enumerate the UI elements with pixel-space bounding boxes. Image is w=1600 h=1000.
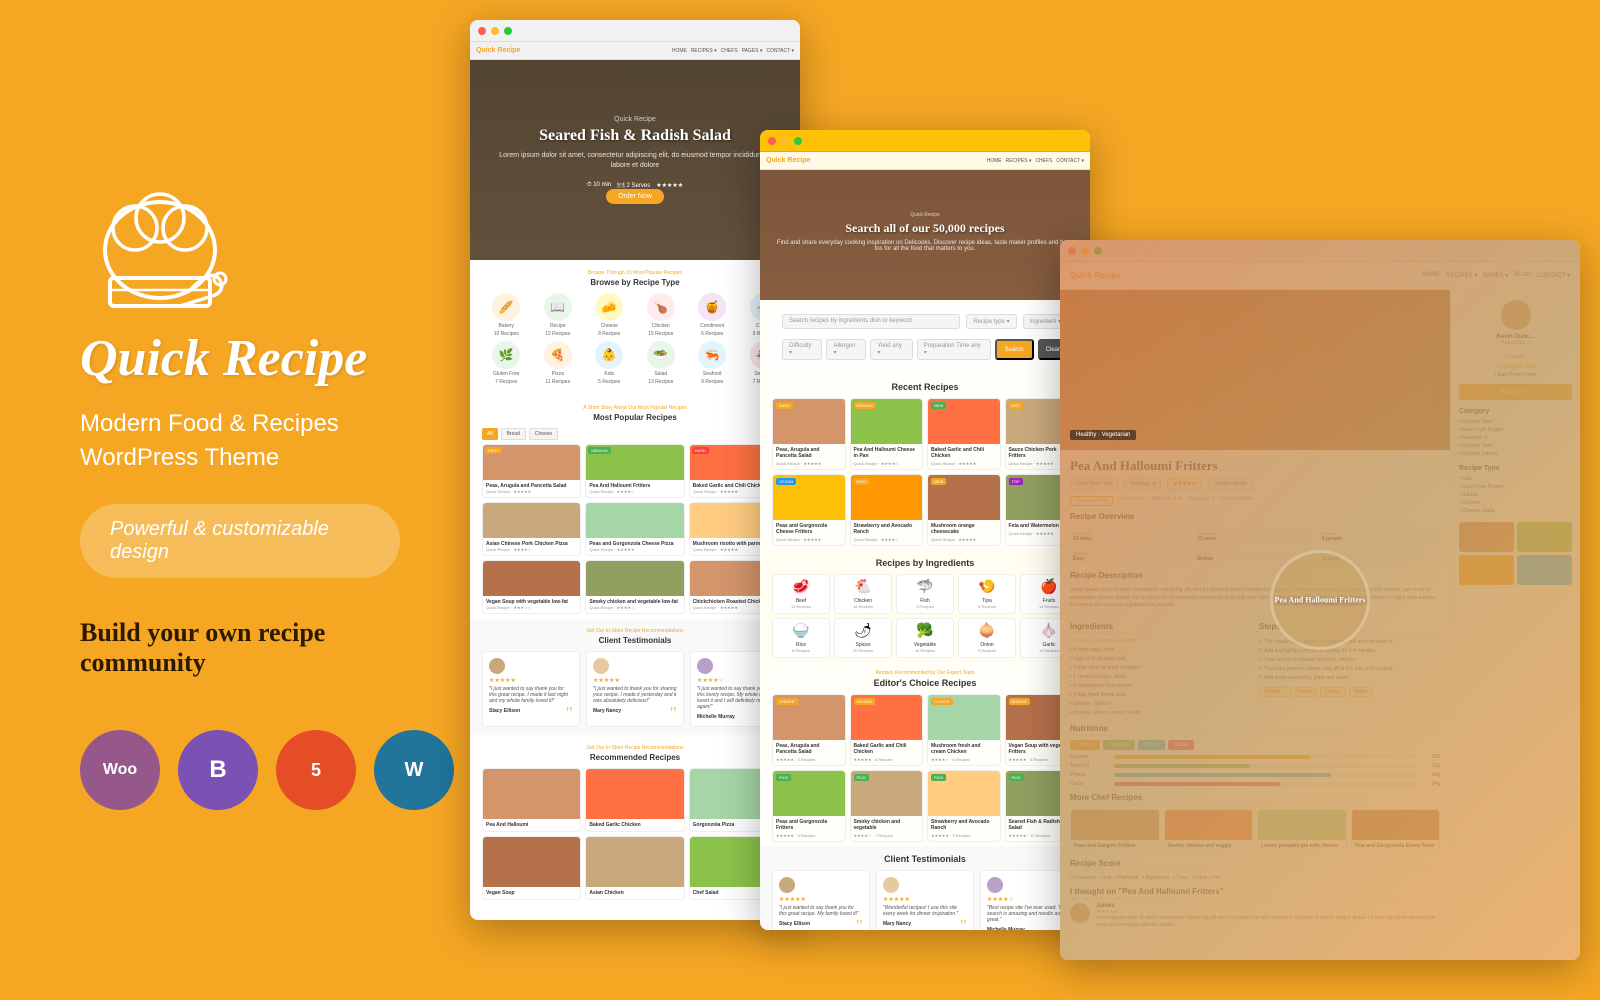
s2-recipe-grid-1: EASY Peas, Arugula and Pancetta Salad Qu…	[772, 398, 1078, 470]
s1-cat-chicken: 🍗 Chicken 15 Recipes	[637, 293, 686, 337]
community-text: Build your own recipe community	[80, 618, 400, 678]
community-underline	[80, 686, 380, 690]
s2-recent-section: Recent Recipes EASY Peas, Arugula and Pa…	[760, 374, 1090, 550]
s1-hero-title: Seared Fish & Radish Salad	[539, 127, 731, 145]
filter-cheese-btn[interactable]: Cheese	[529, 428, 558, 440]
s1-testimonial-section: Get Our In-Store Recipe Recommendations …	[470, 620, 800, 735]
s3-overlay-title: Pea And Halloumi Fritters	[1275, 596, 1366, 605]
s1-recommended-title: Recommended Recipes	[482, 753, 788, 762]
s2-recent-title: Recent Recipes	[772, 382, 1078, 392]
s1-category-grid-2: 🌿 Gluten Free 7 Recipes 🍕 Pizza 11 Recip…	[482, 341, 788, 385]
s3-recipe-hero-image: Pea And Halloumi Fritters Healthy · Vege…	[1060, 290, 1450, 450]
s1-popular-title: Most Popular Recipes	[482, 413, 788, 422]
s2-search-btn[interactable]: Search	[995, 339, 1034, 360]
s1-cat-recipe: 📖 Recipe 12 Recipes	[534, 293, 583, 337]
s2-filter-prep[interactable]: Preparation Time any ▾	[917, 339, 991, 360]
s2-hero-sub: Find and share everyday cooking inspirat…	[775, 240, 1075, 252]
s2-ingredients-grid: 🥩 Beef 12 Recipes 🐔 Chicken 18 Recipes 🦈…	[772, 574, 1078, 614]
screenshot-theme-1: Quick Recipe HOME RECIPES ▾ CHEFS PAGES …	[470, 20, 800, 920]
woocommerce-icon: Woo	[80, 730, 160, 810]
browser-dot-yellow	[491, 27, 499, 35]
s1-recommended-section: Get Our In-Store Recipe Recommendations …	[470, 735, 800, 906]
s2-filter-allergen[interactable]: Allergen ▾	[826, 339, 866, 360]
s1-testimonial-title: Client Testimonials	[482, 636, 788, 645]
s1-recipe-grid-3: Vegan Soup with vegetable low-fat Quick …	[482, 560, 788, 614]
s1-recipe-card-2: MEDIUM Pea And Halloumi Fritters Quick R…	[585, 444, 684, 498]
left-panel: Quick Recipe Modern Food & Recipes WordP…	[0, 0, 460, 1000]
brand-subtitle: Modern Food & Recipes WordPress Theme	[80, 407, 339, 474]
s2-search-input[interactable]: Search recipes by ingredients dish or ke…	[782, 314, 960, 329]
s2-editors-section: Recipes Recommended by Our Expert Team E…	[760, 662, 1090, 846]
s2-editors-grid: CHOICE Peas, Arugula and Pancetta Salad …	[772, 694, 1078, 766]
screenshots-area: Quick Recipe HOME RECIPES ▾ CHEFS PAGES …	[430, 0, 1600, 1000]
filter-all-btn[interactable]: All	[482, 428, 498, 440]
tagline-box: Powerful & customizable design	[80, 504, 400, 578]
s2-hero: Quick Recipe Search all of our 50,000 re…	[760, 170, 1090, 300]
s3-content: Pea And Halloumi Fritters Healthy · Vege…	[1060, 290, 1580, 960]
s1-browse-section: Browse Through 15 Most Popular Recipes B…	[470, 260, 800, 395]
screenshot-theme-3: Quick Recipe HOME RECIPES ▾ PAGES ▾ BLOG…	[1060, 240, 1580, 960]
s1-category-grid: 🥖 Bakery 10 Recipes 📖 Recipe 12 Recipes …	[482, 293, 788, 337]
s1-testimonial-grid: ★★★★★ "I just wanted to say thank you fo…	[482, 651, 788, 727]
nav-mini-1: Quick Recipe HOME RECIPES ▾ CHEFS PAGES …	[470, 42, 800, 60]
s2-filter-yield[interactable]: Yield any ▾	[870, 339, 912, 360]
s2-ingredients-title: Recipes by Ingredients	[772, 558, 1078, 568]
s1-hero-button[interactable]: Order Now	[606, 189, 664, 204]
browser-dot-red	[478, 27, 486, 35]
s2-testimonial-section: Client Testimonials ★★★★★ "I just wanted…	[760, 846, 1090, 930]
s1-cat-cheese: 🧀 Cheese 8 Recipes	[585, 293, 634, 337]
s2-ingredients-section: Recipes by Ingredients 🥩 Beef 12 Recipes…	[760, 550, 1090, 662]
brand-title: Quick Recipe	[80, 330, 367, 387]
filter-bread-btn[interactable]: Bread	[501, 428, 526, 440]
s1-popular-section: A Short Story About Our Most Popular Rec…	[470, 395, 800, 620]
s1-hero-sub: Lorem ipsum dolor sit amet, consectetur …	[490, 151, 780, 171]
html5-icon: 5	[276, 730, 356, 810]
browser-bar-2	[760, 130, 1090, 152]
tagline-text: Powerful & customizable design	[110, 518, 329, 563]
browser-dot-green	[504, 27, 512, 35]
s2-search-box: Search recipes by ingredients dish or ke…	[772, 308, 1078, 366]
s1-recipe-grid-1: EASY Peas, Arugula and Pancetta Salad Qu…	[482, 444, 788, 498]
screenshot-theme-2: Quick Recipe HOME RECIPES ▾ CHEFS CONTAC…	[760, 130, 1090, 930]
s1-cat-condiment: 🍯 Condiment 6 Recipes	[688, 293, 737, 337]
s3-main-content: Pea And Halloumi Fritters Healthy · Vege…	[1060, 290, 1450, 960]
s1-recipe-grid-2: Asian Chinese Pork Chicken Pizza Quick R…	[482, 502, 788, 556]
s1-recipe-card-1: EASY Peas, Arugula and Pancetta Salad Qu…	[482, 444, 581, 498]
browser-bar-1	[470, 20, 800, 42]
s1-hero: Quick Recipe Seared Fish & Radish Salad …	[470, 60, 800, 260]
s2-filter-type[interactable]: Recipe type ▾	[966, 314, 1016, 329]
s1-recommended-grid: Pea And Halloumi Baked Garlic Chicken Go…	[482, 768, 788, 832]
s1-browse-title: Browse by Recipe Type	[482, 278, 788, 287]
nav-mini-2: Quick Recipe HOME RECIPES ▾ CHEFS CONTAC…	[760, 152, 1090, 170]
s2-testimonial-title: Client Testimonials	[772, 854, 1078, 864]
chef-hat-logo	[80, 190, 240, 320]
s2-hero-title: Search all of our 50,000 recipes	[845, 221, 1004, 236]
s1-cat-bakery: 🥖 Bakery 10 Recipes	[482, 293, 531, 337]
s2-editors-title: Editor's Choice Recipes	[772, 678, 1078, 688]
bootstrap-icon: B	[178, 730, 258, 810]
s2-filter-difficulty[interactable]: Difficulty ▾	[782, 339, 822, 360]
